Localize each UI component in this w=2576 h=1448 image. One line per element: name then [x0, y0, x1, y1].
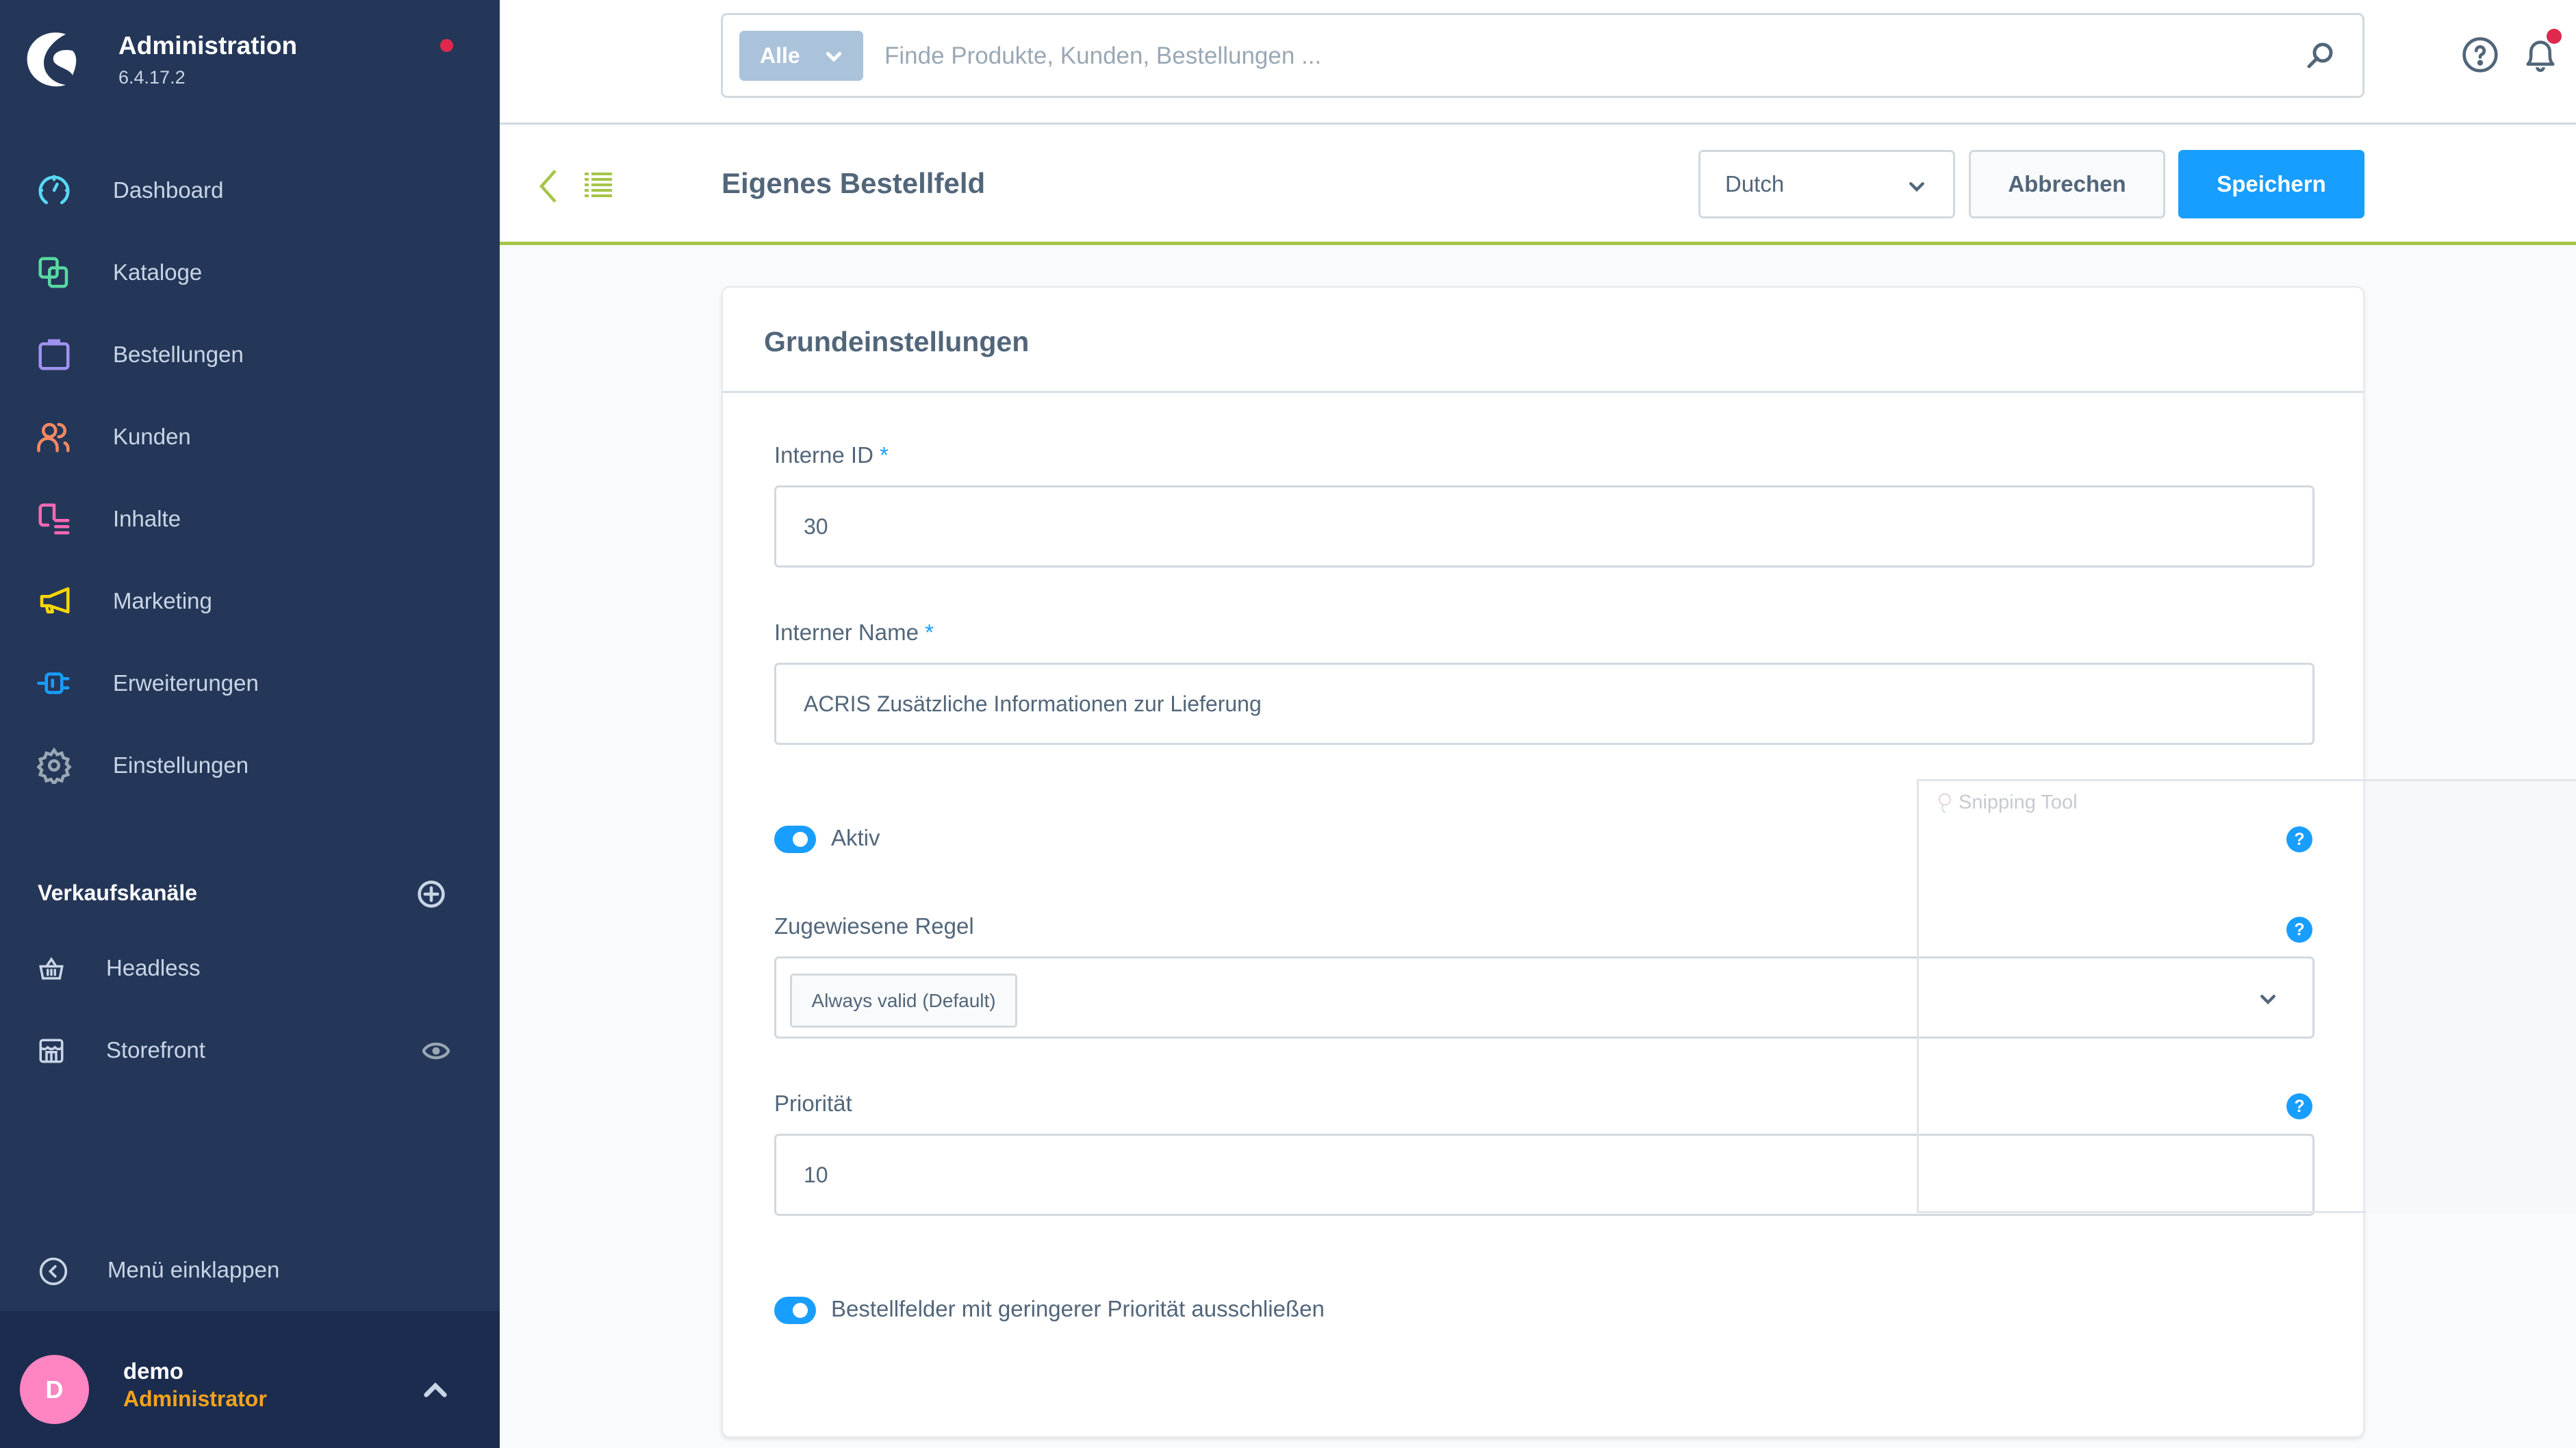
search-icon[interactable] — [2304, 39, 2336, 72]
shopping-bag-icon — [38, 339, 70, 370]
catalog-icon — [38, 257, 68, 288]
add-sales-channel-icon[interactable] — [416, 879, 446, 909]
required-marker: * — [925, 620, 934, 645]
avatar[interactable]: D — [20, 1355, 89, 1424]
collapse-menu-button[interactable]: Menü einklappen — [0, 1232, 500, 1310]
required-marker: * — [880, 442, 889, 468]
chevron-down-icon — [2260, 995, 2275, 1005]
sidebar-item-marketing[interactable]: Marketing — [0, 567, 500, 635]
back-icon[interactable] — [538, 169, 559, 203]
internal-name-input[interactable] — [774, 663, 2314, 745]
status-dot — [440, 39, 453, 52]
content-icon — [38, 503, 70, 535]
sidebar-item-label: Kunden — [113, 424, 191, 449]
rule-select[interactable]: Always valid (Default) — [774, 956, 2314, 1039]
help-icon[interactable]: ? — [2286, 917, 2312, 943]
internal-name-label: Interner Name * — [774, 620, 934, 645]
search-type-dropdown[interactable]: Alle — [739, 31, 863, 81]
sales-channel-label: Storefront — [106, 1037, 205, 1063]
active-toggle[interactable] — [774, 826, 816, 853]
app-title: Administration — [118, 31, 298, 60]
exclude-lower-priority-toggle[interactable] — [774, 1297, 816, 1324]
notification-badge — [2547, 29, 2562, 44]
brand: Administration 6.4.17.2 — [0, 0, 500, 125]
plug-icon — [37, 672, 70, 694]
search-type-label: Alle — [760, 43, 800, 68]
user-role: Administrator — [123, 1386, 267, 1411]
gear-icon — [36, 747, 72, 784]
help-icon[interactable]: ? — [2286, 1093, 2312, 1119]
internal-id-label: Interne ID * — [774, 442, 889, 468]
exclude-lower-priority-label: Bestellfelder mit geringerer Priorität a… — [831, 1296, 1325, 1321]
basket-icon — [39, 956, 64, 980]
sales-channels-title: Verkaufskanäle — [38, 880, 198, 905]
sidebar-item-label: Erweiterungen — [113, 670, 259, 696]
chevron-down-icon — [826, 51, 842, 62]
shopware-logo-icon — [27, 32, 77, 87]
megaphone-icon — [40, 587, 70, 613]
sidebar-item-bestellungen[interactable]: Bestellungen — [0, 320, 500, 389]
card-title: Grundeinstellungen — [764, 326, 1030, 357]
help-icon[interactable] — [2461, 36, 2499, 74]
user-panel: D demo Administrator — [0, 1311, 500, 1448]
save-button[interactable]: Speichern — [2178, 150, 2364, 218]
sidebar-item-label: Bestellungen — [113, 342, 244, 367]
sidebar-item-dashboard[interactable]: Dashboard — [0, 156, 500, 225]
language-select[interactable]: Dutch — [1698, 150, 1955, 218]
eye-icon[interactable] — [422, 1041, 450, 1061]
card-header: Grundeinstellungen — [723, 288, 2363, 393]
gauge-icon — [38, 175, 70, 205]
sidebar-item-inhalte[interactable]: Inhalte — [0, 485, 500, 553]
sidebar-item-label: Kataloge — [113, 259, 203, 285]
sales-channel-label: Headless — [106, 955, 201, 980]
global-search: Alle — [721, 13, 2364, 98]
sidebar-item-label: Einstellungen — [113, 752, 249, 778]
sales-channel-storefront[interactable]: Storefront — [0, 1017, 500, 1085]
overlay-dim-region — [2367, 781, 2576, 1213]
chevron-down-icon — [1909, 182, 1924, 192]
help-icon[interactable]: ? — [2286, 826, 2312, 852]
sidebar-item-kunden[interactable]: Kunden — [0, 403, 500, 471]
list-icon[interactable] — [585, 173, 612, 199]
sidebar: Administration 6.4.17.2 Dashboard Katalo… — [0, 0, 500, 1448]
priority-label: Priorität — [774, 1091, 852, 1116]
language-value: Dutch — [1725, 171, 1785, 196]
sidebar-item-erweiterungen[interactable]: Erweiterungen — [0, 649, 500, 717]
sales-channel-headless[interactable]: Headless — [0, 935, 500, 1003]
users-icon — [37, 422, 70, 453]
rule-tag[interactable]: Always valid (Default) — [790, 974, 1017, 1028]
sidebar-item-label: Marketing — [113, 588, 212, 613]
top-bar: Alle — [500, 0, 2576, 125]
basic-settings-card: Grundeinstellungen Interne ID * Interner… — [722, 286, 2364, 1438]
sidebar-item-label: Inhalte — [113, 506, 181, 531]
rule-label: Zugewiesene Regel — [774, 913, 974, 939]
priority-input[interactable] — [774, 1134, 2314, 1216]
sidebar-item-label: Dashboard — [113, 177, 224, 203]
chevron-left-circle-icon — [39, 1257, 68, 1286]
user-name: demo — [123, 1358, 184, 1384]
active-label: Aktiv — [831, 825, 880, 850]
search-input[interactable] — [884, 29, 2254, 84]
storefront-icon — [39, 1039, 64, 1063]
chevron-up-icon[interactable] — [422, 1380, 449, 1399]
collapse-menu-label: Menü einklappen — [107, 1257, 280, 1282]
internal-id-input[interactable] — [774, 485, 2314, 568]
page-title: Eigenes Bestellfeld — [722, 167, 986, 199]
sidebar-item-kataloge[interactable]: Kataloge — [0, 238, 500, 307]
cancel-button[interactable]: Abbrechen — [1969, 150, 2165, 218]
sidebar-item-einstellungen[interactable]: Einstellungen — [0, 731, 500, 800]
app-version: 6.4.17.2 — [118, 67, 186, 88]
page-header: Eigenes Bestellfeld Dutch Abbrechen Spei… — [500, 127, 2576, 245]
